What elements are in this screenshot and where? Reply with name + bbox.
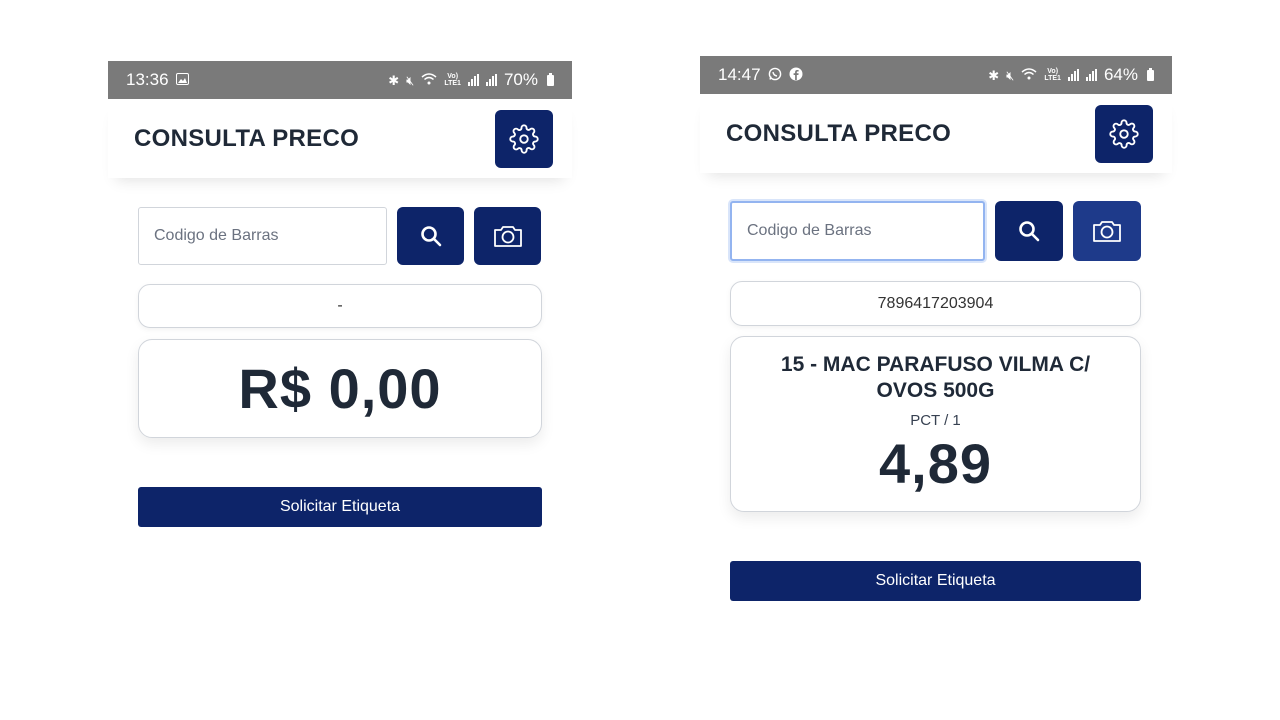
price-value: 4,89: [879, 432, 992, 495]
main-content: - R$ 0,00 Solicitar Etiqueta: [108, 207, 572, 527]
search-button[interactable]: [995, 201, 1063, 261]
facebook-icon: [789, 67, 803, 83]
camera-button[interactable]: [474, 207, 541, 265]
gear-icon: [1109, 118, 1139, 149]
camera-button[interactable]: [1073, 201, 1141, 261]
status-time: 13:36: [126, 70, 169, 89]
volte-icon: Vo) LTE1: [444, 73, 461, 87]
price-card: R$ 0,00: [138, 339, 542, 438]
battery-percent: 70%: [503, 70, 538, 89]
app-header: CONSULTA PRECO: [108, 99, 572, 178]
bluetooth-icon: ✱: [388, 72, 400, 88]
screen-empty: 13:36 ✱ 🔇︎ Vo) LTE1 70% CONSULTA PRECO C…: [108, 61, 572, 541]
status-bar: 13:36 ✱ 🔇︎ Vo) LTE1 70%: [108, 61, 572, 99]
status-bar: 14:47 ✱ 🔇︎ Vo) LTE1 64%: [700, 56, 1172, 94]
barcode-display: -: [138, 284, 542, 328]
camera-icon: [1093, 221, 1121, 242]
mute-icon: 🔇︎: [1006, 67, 1015, 83]
price-value: R$ 0,00: [238, 357, 442, 420]
signal-icon: [1085, 69, 1097, 81]
product-card: 15 - MAC PARAFUSO VILMA C/ OVOS 500G PCT…: [730, 336, 1141, 512]
battery-icon: [547, 72, 554, 86]
product-name: 15 - MAC PARAFUSO VILMA C/ OVOS 500G: [780, 353, 1091, 402]
wifi-icon: [421, 73, 437, 87]
search-row: [730, 201, 1142, 261]
gear-icon: [509, 123, 539, 154]
barcode-input[interactable]: [730, 201, 985, 261]
status-time: 14:47: [718, 65, 761, 84]
request-label-button[interactable]: Solicitar Etiqueta: [730, 561, 1141, 601]
page-title: CONSULTA PRECO: [726, 119, 952, 147]
product-unit: PCT / 1: [910, 412, 961, 429]
screen-product: 14:47 ✱ 🔇︎ Vo) LTE1 64% CONSULTA PRECO C…: [700, 56, 1172, 616]
image-icon: [175, 73, 189, 87]
search-icon: [420, 226, 441, 247]
battery-icon: [1147, 67, 1154, 81]
settings-button[interactable]: [495, 109, 553, 168]
request-label-button[interactable]: Solicitar Etiqueta: [138, 487, 542, 527]
signal-icon: [467, 74, 479, 86]
volte-icon: Vo) LTE1: [1044, 68, 1061, 82]
signal-icon: [485, 74, 497, 86]
barcode-input[interactable]: [138, 207, 387, 265]
settings-button[interactable]: [1095, 104, 1153, 163]
search-icon: [1019, 221, 1040, 242]
page-title: CONSULTA PRECO: [134, 124, 360, 152]
signal-icon: [1067, 69, 1079, 81]
app-header: CONSULTA PRECO: [700, 94, 1172, 173]
battery-percent: 64%: [1103, 65, 1138, 84]
main-content: 7896417203904 15 - MAC PARAFUSO VILMA C/…: [700, 201, 1172, 601]
wifi-icon: [1021, 68, 1037, 82]
whatsapp-icon: [768, 67, 782, 83]
search-button[interactable]: [397, 207, 464, 265]
barcode-display: 7896417203904: [730, 281, 1141, 326]
search-row: [138, 207, 542, 265]
camera-icon: [493, 226, 522, 247]
bluetooth-icon: ✱: [988, 67, 1000, 83]
mute-icon: 🔇︎: [406, 72, 415, 88]
